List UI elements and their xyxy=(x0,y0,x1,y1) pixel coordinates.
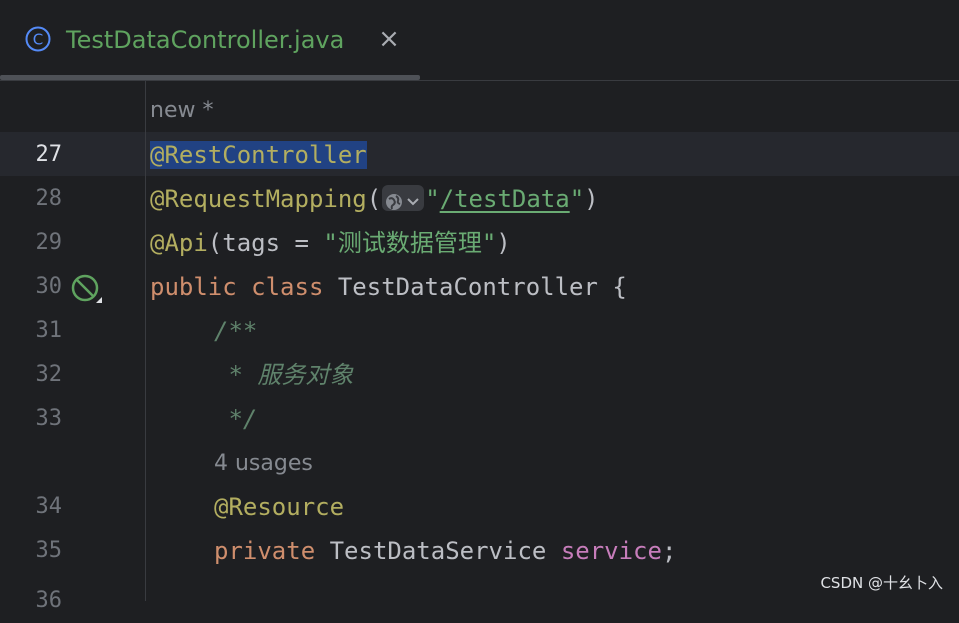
class-c-icon: C xyxy=(25,26,51,52)
code-line-27[interactable]: 27 @RestController xyxy=(0,133,959,177)
doc-comment: /** xyxy=(214,317,258,345)
code-text[interactable]: /** xyxy=(214,309,257,353)
code-text[interactable]: */ xyxy=(214,397,257,441)
tab-bar: C TestDataController.java × xyxy=(0,0,959,81)
line-number[interactable]: 32 xyxy=(0,353,63,397)
svg-text:C: C xyxy=(33,31,43,49)
keyword: class xyxy=(251,273,324,301)
code-line-32[interactable]: 32 * 服务对象 xyxy=(0,353,959,397)
code-text[interactable]: @RequestMapping( "/testData") xyxy=(150,177,599,221)
type-name: TestDataService xyxy=(329,537,547,565)
code-line-30[interactable]: 30 public class TestDataController { xyxy=(0,265,959,309)
line-number[interactable]: 29 xyxy=(0,221,63,265)
line-number[interactable]: 34 xyxy=(0,485,63,529)
author-hint[interactable]: new * xyxy=(150,89,213,133)
code-fragment: (tags = xyxy=(207,229,324,257)
line-number[interactable]: 33 xyxy=(0,397,63,441)
annotation: @Resource xyxy=(214,493,345,521)
close-icon[interactable]: × xyxy=(375,24,403,54)
line-number[interactable]: 28 xyxy=(0,177,63,221)
string-literal: "测试数据管理" xyxy=(323,229,497,257)
doc-comment: */ xyxy=(214,405,258,433)
semicolon: ; xyxy=(661,537,677,565)
no-entry-icon[interactable] xyxy=(70,273,104,303)
paren: ) xyxy=(496,229,511,257)
paren: ( xyxy=(366,185,382,213)
annotation: @RestController xyxy=(150,141,367,169)
tab-testdatacontroller[interactable]: C TestDataController.java × xyxy=(0,0,420,80)
keyword: private xyxy=(214,537,316,565)
code-text[interactable]: @Resource xyxy=(214,485,344,529)
field-name: service xyxy=(560,537,662,565)
code-line-33[interactable]: 33 */ xyxy=(0,397,959,441)
endpoint-chip[interactable] xyxy=(382,185,425,211)
url-link[interactable]: /testData xyxy=(440,185,570,213)
line-number[interactable]: 27 xyxy=(0,133,63,177)
code-text[interactable]: public class TestDataController { xyxy=(150,265,627,309)
inlay-row-usages: 4 usages xyxy=(0,442,959,486)
watermark: CSDN @十幺卜入 xyxy=(820,574,943,592)
usages-hint[interactable]: 4 usages xyxy=(214,442,313,486)
code-text[interactable]: @Api(tags = "测试数据管理") xyxy=(150,221,511,265)
code-line-31[interactable]: 31 /** xyxy=(0,309,959,353)
code-line-29[interactable]: 29 @Api(tags = "测试数据管理") xyxy=(0,221,959,265)
code-line-35[interactable]: 35 private TestDataService service; xyxy=(0,529,959,573)
code-line-36[interactable]: 36 xyxy=(0,573,959,617)
annotation: @Api xyxy=(150,229,208,257)
code-line-28[interactable]: 28 @RequestMapping( "/testData") xyxy=(0,177,959,221)
line-number[interactable]: 30 xyxy=(0,265,63,309)
annotation: @RequestMapping xyxy=(150,185,367,213)
tab-title: TestDataController.java xyxy=(66,26,345,54)
paren: ) xyxy=(584,185,599,213)
code-editor[interactable]: new * 27 @RestController 28 @RequestMapp… xyxy=(0,81,959,613)
code-text[interactable]: private TestDataService service; xyxy=(214,529,676,573)
globe-icon xyxy=(386,194,419,210)
quote: " xyxy=(569,185,585,213)
line-number[interactable]: 36 xyxy=(0,579,63,623)
keyword: public xyxy=(150,273,237,301)
quote: " xyxy=(425,185,440,213)
code-line-34[interactable]: 34 @Resource xyxy=(0,485,959,529)
code-text[interactable]: * 服务对象 xyxy=(214,353,353,397)
class-name: TestDataController { xyxy=(337,273,627,301)
line-number[interactable]: 31 xyxy=(0,309,63,353)
doc-comment: * 服务对象 xyxy=(214,361,354,389)
line-number[interactable]: 35 xyxy=(0,529,63,573)
inlay-row-author: new * xyxy=(0,89,959,133)
code-text[interactable]: @RestController xyxy=(150,133,367,177)
